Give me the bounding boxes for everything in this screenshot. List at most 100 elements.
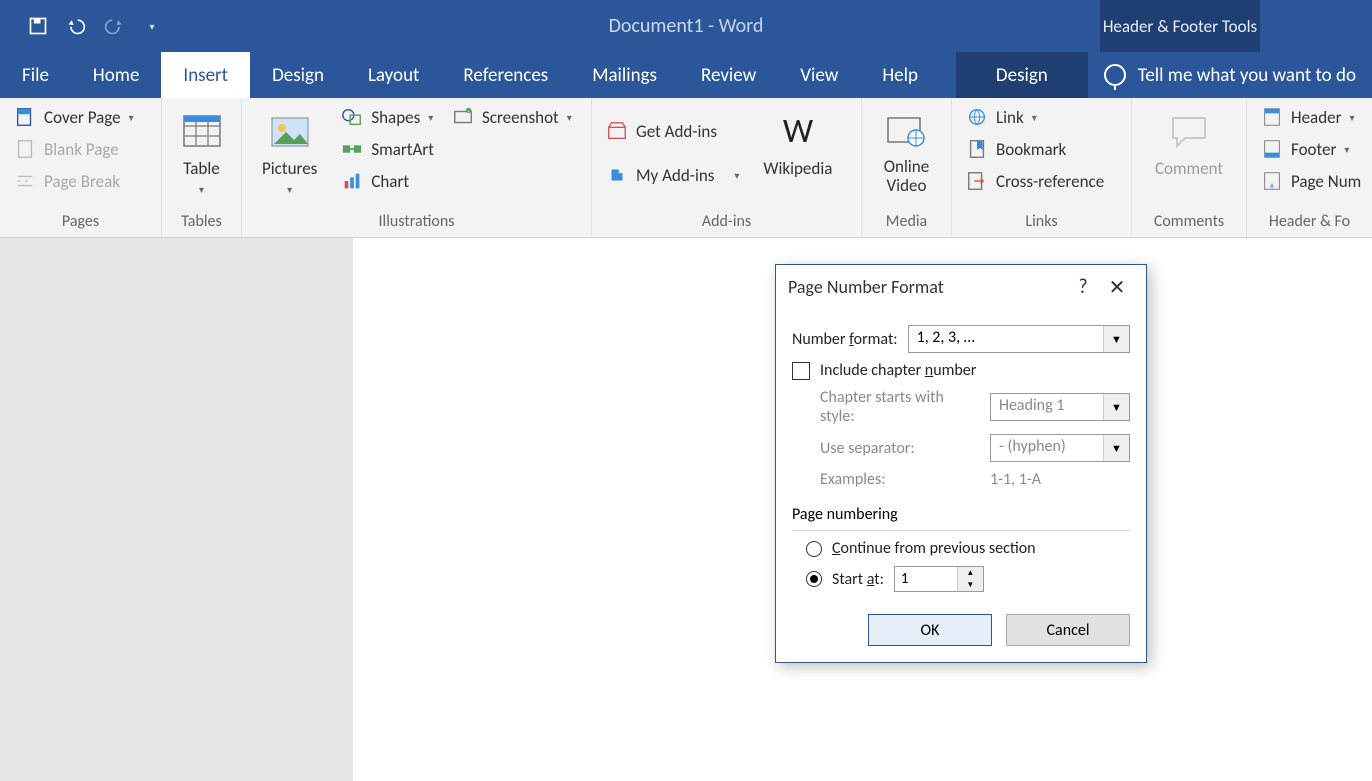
- get-addins-button[interactable]: Get Add-ins: [602, 118, 743, 144]
- header-icon: [1261, 106, 1283, 128]
- chevron-down-icon: ▼: [1103, 326, 1129, 352]
- group-addins: Get Add-ins My Add-ins ▾ W Wikipedia Add…: [592, 98, 862, 237]
- group-tables: Table▾ Tables: [162, 98, 242, 237]
- svg-text:+: +: [467, 109, 470, 115]
- table-icon: [180, 110, 224, 154]
- group-label-media: Media: [862, 208, 951, 237]
- screenshot-button[interactable]: +Screenshot ▾: [448, 104, 576, 130]
- tab-layout[interactable]: Layout: [346, 52, 441, 98]
- ribbon-tabs: File Home Insert Design Layout Reference…: [0, 52, 1372, 98]
- tell-me-search[interactable]: Tell me what you want to do: [1088, 52, 1372, 98]
- chapter-style-select: Heading 1 ▼: [990, 393, 1130, 421]
- undo-icon[interactable]: [66, 16, 86, 36]
- continue-radio[interactable]: [806, 541, 822, 557]
- my-addins-button[interactable]: My Add-ins ▾: [602, 162, 743, 188]
- cover-page-button[interactable]: Cover Page ▾: [10, 104, 138, 130]
- group-pages: Cover Page ▾ Blank Page Page Break Pages: [0, 98, 162, 237]
- table-button[interactable]: Table▾: [170, 104, 234, 196]
- tab-mailings[interactable]: Mailings: [570, 52, 679, 98]
- tab-help[interactable]: Help: [860, 52, 940, 98]
- shapes-button[interactable]: Shapes ▾: [337, 104, 438, 130]
- group-illustrations: Pictures▾ Shapes ▾ SmartArt Chart +Scree…: [242, 98, 592, 237]
- blank-page-icon: [14, 138, 36, 160]
- chevron-down-icon: ▼: [1103, 394, 1129, 420]
- separator-label: Use separator:: [820, 439, 980, 458]
- continue-label: Continue from previous section: [832, 539, 1036, 558]
- ok-button[interactable]: OK: [868, 614, 992, 646]
- page-numbering-label: Page numbering: [792, 505, 1130, 524]
- ribbon: Cover Page ▾ Blank Page Page Break Pages…: [0, 98, 1372, 238]
- page-break-button[interactable]: Page Break: [10, 168, 138, 194]
- number-format-select[interactable]: 1, 2, 3, … ▼: [908, 325, 1130, 353]
- smartart-button[interactable]: SmartArt: [337, 136, 438, 162]
- group-label-tables: Tables: [162, 208, 241, 237]
- tab-context-design[interactable]: Design: [956, 52, 1088, 98]
- save-icon[interactable]: [28, 16, 48, 36]
- crossref-icon: [966, 170, 988, 192]
- document-gutter: [0, 238, 353, 781]
- header-button[interactable]: Header ▾: [1257, 104, 1365, 130]
- dialog-help-button[interactable]: ?: [1066, 275, 1100, 299]
- group-label-hf: Header & Fo: [1247, 208, 1372, 237]
- bookmark-button[interactable]: Bookmark: [962, 136, 1108, 162]
- cancel-button[interactable]: Cancel: [1006, 614, 1130, 646]
- separator-select: - (hyphen) ▼: [990, 434, 1130, 462]
- group-comments: Comment Comments: [1132, 98, 1247, 237]
- start-at-radio[interactable]: [806, 571, 822, 587]
- pictures-button[interactable]: Pictures▾: [252, 104, 327, 196]
- tell-me-placeholder: Tell me what you want to do: [1138, 64, 1356, 87]
- tab-review[interactable]: Review: [679, 52, 778, 98]
- app-name: Word: [719, 14, 764, 38]
- smartart-icon: [341, 138, 363, 160]
- pictures-icon: [268, 110, 312, 154]
- chevron-down-icon: ▼: [1103, 435, 1129, 461]
- page-number-format-dialog: Page Number Format ? ✕ Number format: 1,…: [775, 264, 1147, 663]
- online-video-icon: [884, 110, 928, 154]
- link-button[interactable]: Link ▾: [962, 104, 1108, 130]
- blank-page-button[interactable]: Blank Page: [10, 136, 138, 162]
- include-chapter-label: Include chapter number: [820, 361, 976, 380]
- online-video-button[interactable]: OnlineVideo: [874, 104, 939, 195]
- include-chapter-checkbox[interactable]: [792, 362, 810, 380]
- redo-icon[interactable]: [104, 16, 124, 36]
- title-bar: ▾ Document1 - Word Header & Footer Tools: [0, 0, 1372, 52]
- cross-reference-button[interactable]: Cross-reference: [962, 168, 1108, 194]
- group-label-pages: Pages: [0, 208, 161, 237]
- dialog-title: Page Number Format: [788, 276, 1066, 298]
- page-break-icon: [14, 170, 36, 192]
- document-name: Document1: [609, 14, 704, 38]
- tab-home[interactable]: Home: [71, 52, 162, 98]
- group-label-addins: Add-ins: [592, 208, 861, 237]
- start-at-spinner[interactable]: ▲▼: [894, 566, 984, 592]
- tab-references[interactable]: References: [441, 52, 570, 98]
- quick-access-toolbar: ▾: [0, 16, 162, 36]
- shapes-icon: [341, 106, 363, 128]
- contextual-tab-label: Header & Footer Tools: [1100, 0, 1260, 52]
- footer-icon: [1261, 138, 1283, 160]
- store-icon: [606, 120, 628, 142]
- chart-button[interactable]: Chart: [337, 168, 438, 194]
- group-header-footer: Header ▾ Footer ▾ #Page Num Header & Fo: [1247, 98, 1372, 237]
- group-links: Link ▾ Bookmark Cross-reference Links: [952, 98, 1132, 237]
- link-icon: [966, 106, 988, 128]
- cover-page-icon: [14, 106, 36, 128]
- dialog-titlebar: Page Number Format ? ✕: [776, 265, 1146, 309]
- comment-button[interactable]: Comment: [1145, 104, 1233, 179]
- wikipedia-button[interactable]: W Wikipedia: [753, 104, 842, 179]
- lightbulb-icon: [1104, 64, 1126, 86]
- dialog-close-button[interactable]: ✕: [1100, 275, 1134, 300]
- spinner-up-icon[interactable]: ▲: [958, 567, 983, 579]
- tab-view[interactable]: View: [778, 52, 860, 98]
- tab-insert[interactable]: Insert: [161, 52, 250, 98]
- tab-design[interactable]: Design: [250, 52, 346, 98]
- spinner-down-icon[interactable]: ▼: [958, 579, 983, 591]
- page-number-button[interactable]: #Page Num: [1257, 168, 1365, 194]
- svg-text:W: W: [783, 111, 814, 152]
- start-at-input[interactable]: [895, 567, 957, 591]
- tab-file[interactable]: File: [0, 52, 71, 98]
- bookmark-icon: [966, 138, 988, 160]
- screenshot-icon: +: [452, 106, 474, 128]
- footer-button[interactable]: Footer ▾: [1257, 136, 1365, 162]
- examples-value: 1-1, 1-A: [990, 470, 1130, 489]
- qat-customize-icon[interactable]: ▾: [142, 16, 162, 36]
